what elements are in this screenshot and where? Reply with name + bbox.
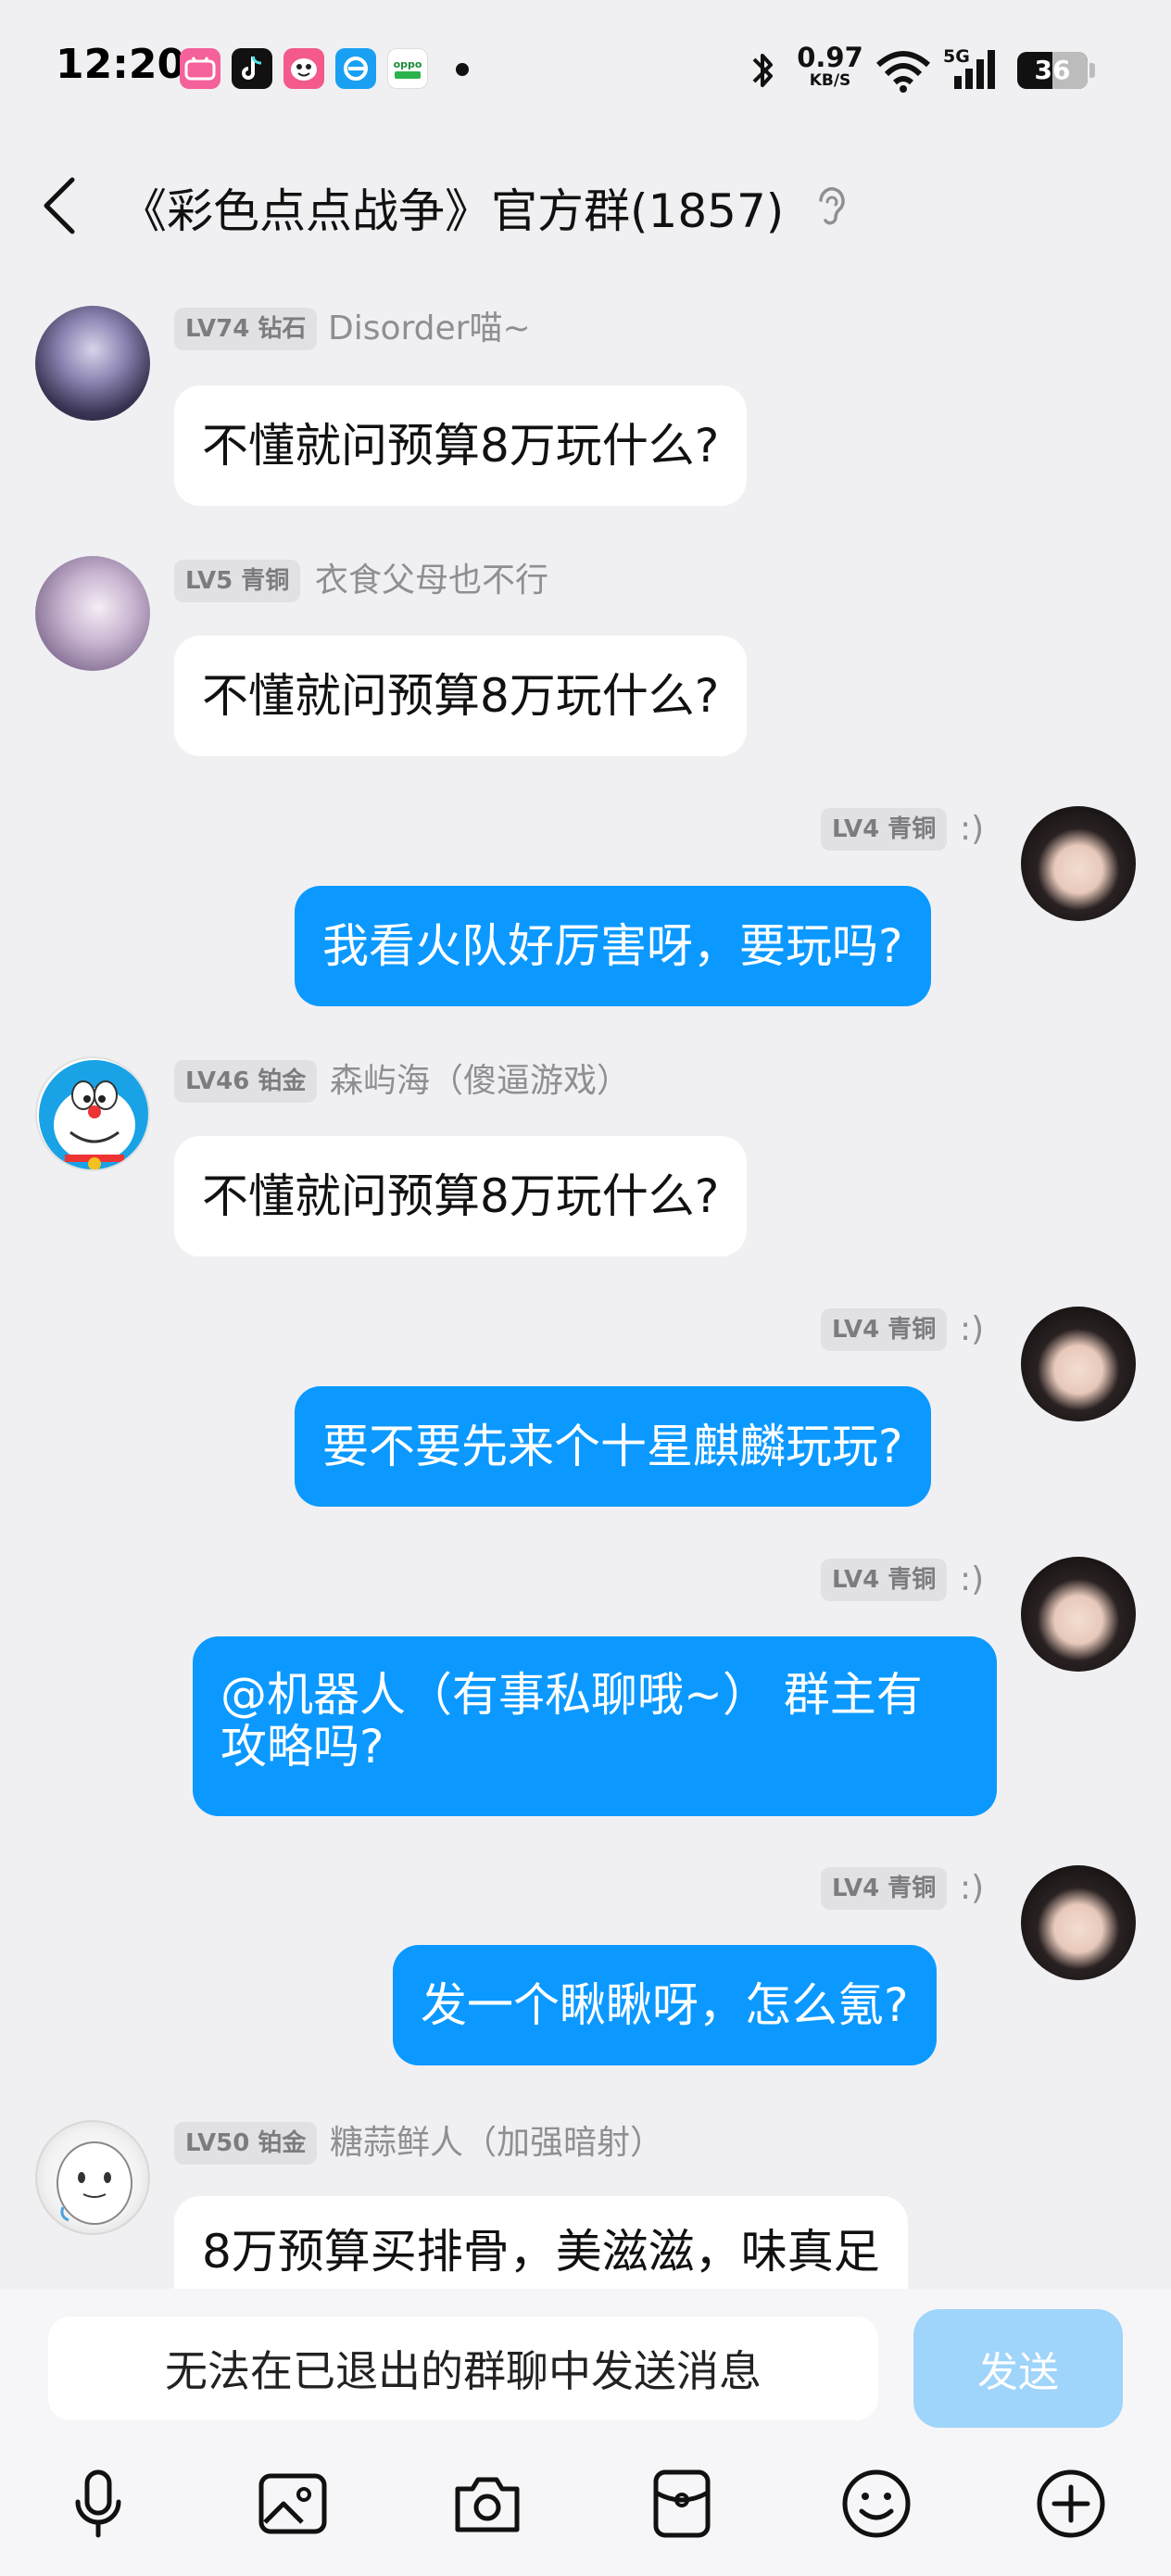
level-badge: LV4 青铜 <box>821 808 948 851</box>
sender-name[interactable]: Disorder喵~ <box>328 308 531 350</box>
status-time: 12:20 <box>56 41 186 88</box>
level-badge: LV5 青铜 <box>174 560 301 602</box>
image-icon[interactable] <box>252 2463 334 2544</box>
message-input[interactable]: 无法在已退出的群聊中发送消息 <box>48 2317 878 2420</box>
message-bubble[interactable]: 发一个瞅瞅呀，怎么氪? <box>393 1945 937 2065</box>
cute-face-avatar-image <box>57 2141 132 2225</box>
level-badge: LV4 青铜 <box>821 1559 948 1601</box>
network-speed: 0.97 KB/S <box>797 42 863 90</box>
sender-name[interactable]: :) <box>960 1867 984 1910</box>
message-item: LV50 铂金 糖蒜鲜人（加强暗射） 8万预算买排骨，美滋滋，味真足 <box>0 2111 1171 2289</box>
message-bubble[interactable]: 不懂就问预算8万玩什么? <box>174 1136 748 1256</box>
message-bubble[interactable]: 要不要先来个十星麒麟玩玩? <box>295 1386 931 1507</box>
red-packet-icon[interactable] <box>641 2463 723 2544</box>
wifi-icon <box>876 51 930 93</box>
avatar[interactable] <box>35 306 150 421</box>
chat-title[interactable]: 《彩色点点战争》官方群(1857) <box>120 174 784 241</box>
avatar[interactable] <box>1021 806 1136 921</box>
message-item: LV4 青铜 :) @机器人（有事私聊哦~） 群主有 攻略吗? <box>0 1547 1171 1825</box>
message-item: LV46 铂金 森屿海（傻逼游戏） 不懂就问预算8万玩什么? <box>0 1047 1171 1260</box>
doraemon-avatar-image <box>39 1060 148 1169</box>
message-bubble[interactable]: 不懂就问预算8万玩什么? <box>174 385 748 506</box>
send-button[interactable]: 发送 <box>913 2309 1123 2428</box>
message-item: LV5 青铜 衣食父母也不行 不懂就问预算8万玩什么? <box>0 547 1171 760</box>
tiktok-icon <box>232 48 272 89</box>
message-bubble[interactable]: 不懂就问预算8万玩什么? <box>174 636 748 756</box>
message-line: @机器人（有事私聊哦~） 群主有 <box>220 1668 923 1722</box>
input-bar: 无法在已退出的群聊中发送消息 发送 <box>0 2289 1171 2576</box>
status-bar: 12:20 oppo 0.97 KB/S 5G 36 <box>0 0 1171 139</box>
battery-icon: 36 <box>1017 52 1088 89</box>
camera-icon[interactable] <box>447 2463 528 2544</box>
e-browser-icon <box>335 48 376 89</box>
avatar[interactable] <box>35 556 150 671</box>
oppo-app-icon: oppo <box>387 48 428 89</box>
chat-header: 《彩色点点战争》官方群(1857) <box>0 139 1171 269</box>
notification-dot <box>456 63 469 76</box>
level-badge: LV46 铂金 <box>174 1060 318 1103</box>
level-badge: LV50 铂金 <box>174 2122 318 2165</box>
avatar[interactable] <box>1021 1865 1136 1980</box>
microphone-icon[interactable] <box>57 2463 139 2544</box>
message-bubble[interactable]: 我看火队好厉害呀，要玩吗? <box>295 886 931 1006</box>
emoji-icon[interactable] <box>836 2463 917 2544</box>
level-badge: LV4 青铜 <box>821 1308 948 1351</box>
ear-icon[interactable] <box>812 183 850 230</box>
message-item: LV4 青铜 :) 发一个瞅瞅呀，怎么氪? <box>0 1856 1171 2069</box>
plus-icon[interactable] <box>1030 2463 1112 2544</box>
sender-name[interactable]: 森屿海（傻逼游戏） <box>330 1060 630 1103</box>
level-badge: LV4 青铜 <box>821 1867 948 1910</box>
sender-name[interactable]: :) <box>960 1308 984 1351</box>
message-line: 攻略吗? <box>220 1720 384 1774</box>
message-bubble[interactable]: 8万预算买排骨，美滋滋，味真足 <box>174 2196 908 2289</box>
cellular-signal-icon <box>954 50 995 89</box>
game-face-icon <box>283 48 324 89</box>
message-bubble[interactable]: @机器人（有事私聊哦~） 群主有 攻略吗? <box>193 1636 997 1816</box>
message-item: LV4 青铜 :) 要不要先来个十星麒麟玩玩? <box>0 1297 1171 1510</box>
sender-name[interactable]: :) <box>960 1559 984 1601</box>
level-badge: LV74 钻石 <box>174 308 318 350</box>
sender-name[interactable]: :) <box>960 808 984 851</box>
bluetooth-icon <box>752 54 773 87</box>
avatar[interactable] <box>35 2120 150 2235</box>
svg-text:oppo: oppo <box>394 58 422 70</box>
message-item: LV4 青铜 :) 我看火队好厉害呀，要玩吗? <box>0 797 1171 1010</box>
avatar[interactable] <box>1021 1557 1136 1672</box>
sender-name[interactable]: 糖蒜鲜人（加强暗射） <box>330 2122 663 2165</box>
message-item: LV74 钻石 Disorder喵~ 不懂就问预算8万玩什么? <box>0 297 1171 506</box>
back-arrow-icon[interactable] <box>33 174 89 237</box>
avatar[interactable] <box>35 1056 150 1171</box>
sender-name[interactable]: 衣食父母也不行 <box>315 560 548 602</box>
bilibili-icon <box>180 48 220 89</box>
avatar[interactable] <box>1021 1307 1136 1421</box>
